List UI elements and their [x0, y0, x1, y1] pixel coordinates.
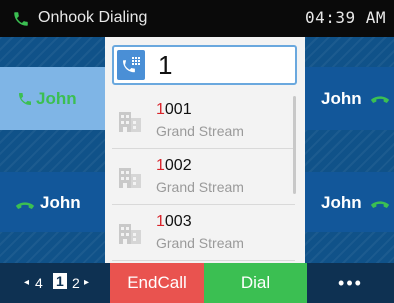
- line-key-left-1[interactable]: John: [0, 67, 105, 130]
- list-item[interactable]: 1002 Grand Stream: [112, 149, 295, 205]
- entry-number: 1003: [156, 213, 192, 230]
- left-stripe-mid: [0, 130, 105, 172]
- softkey-bar: ◂ 4 1 2 ▸ EndCall Dial •••: [0, 263, 394, 303]
- dialing-panel: 1 1001 Grand Stream 1002 Grand Stream 10…: [105, 37, 305, 263]
- handset-icon: [370, 96, 390, 104]
- list-item[interactable]: 1001 Grand Stream: [112, 93, 295, 149]
- clock: 04:39 AM: [304, 8, 386, 27]
- phone-icon: [14, 12, 28, 26]
- entry-account: Grand Stream: [156, 123, 244, 139]
- building-icon: [119, 224, 141, 244]
- dialpad-icon: [117, 50, 145, 80]
- dial-input[interactable]: 1: [112, 45, 297, 85]
- handset-icon: [15, 202, 35, 210]
- status-bar: Onhook Dialing 04:39 AM: [0, 0, 394, 37]
- line-key-label: John: [321, 89, 362, 108]
- left-stripe-bottom: [0, 232, 105, 263]
- page-next-number: 2: [72, 275, 80, 291]
- entry-account: Grand Stream: [156, 235, 244, 251]
- dial-input-value: 1: [158, 50, 173, 80]
- endcall-button[interactable]: EndCall: [110, 263, 204, 303]
- right-stripe-top: [305, 37, 394, 67]
- entry-number: 1001: [156, 101, 192, 118]
- handset-icon: [19, 93, 31, 105]
- handset-icon: [370, 201, 390, 209]
- scrollbar[interactable]: [293, 96, 296, 194]
- building-icon: [119, 168, 141, 188]
- suggestion-list: 1001 Grand Stream 1002 Grand Stream 1003…: [112, 93, 295, 261]
- dial-button[interactable]: Dial: [204, 263, 307, 303]
- entry-number: 1002: [156, 157, 192, 174]
- line-key-label: John: [36, 89, 77, 108]
- line-key-label: John: [40, 193, 81, 212]
- status-title: Onhook Dialing: [38, 9, 148, 26]
- page-prev-icon: ◂: [24, 277, 30, 288]
- right-stripe-mid: [305, 130, 394, 172]
- list-item[interactable]: 1003 Grand Stream: [112, 205, 295, 261]
- page-current: 1: [53, 273, 67, 289]
- page-next-icon: ▸: [84, 277, 90, 288]
- line-key-left-2[interactable]: John: [0, 172, 105, 232]
- page-indicator[interactable]: ◂ 4 1 2 ▸: [0, 263, 110, 303]
- line-key-label: John: [321, 193, 362, 212]
- left-stripe-top: [0, 37, 105, 67]
- more-button[interactable]: •••: [307, 263, 394, 303]
- line-key-right-1[interactable]: John: [305, 67, 394, 130]
- entry-account: Grand Stream: [156, 179, 244, 195]
- right-stripe-bottom: [305, 232, 394, 263]
- page-left-number: 4: [35, 275, 43, 291]
- line-key-right-2[interactable]: John: [305, 172, 394, 232]
- building-icon: [119, 112, 141, 132]
